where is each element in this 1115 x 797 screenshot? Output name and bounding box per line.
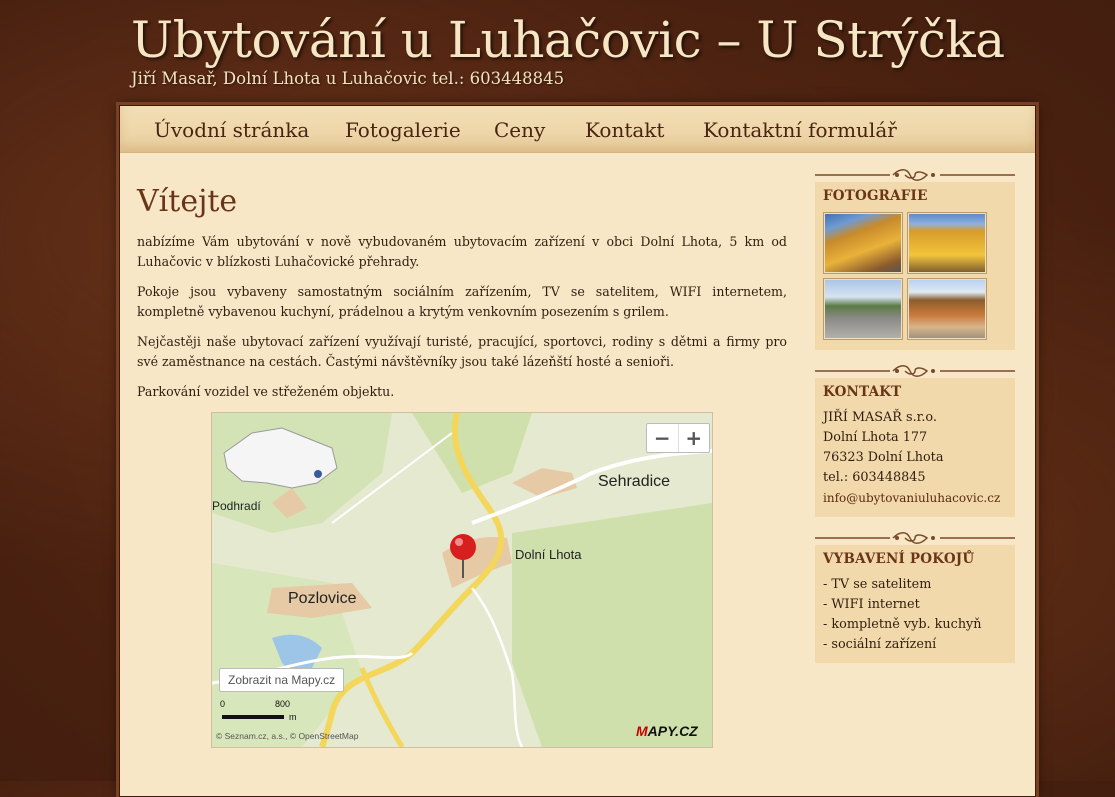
contact-city: 76323 Dolní Lhota [823, 450, 944, 465]
equipment-widget: VYBAVENÍ POKOJŮ - TV se satelitem - WIFI… [815, 545, 1015, 663]
mapy-cz-logo[interactable]: MAPY.CZ [636, 723, 698, 739]
nav-item-contact-form[interactable]: Kontaktní formulář [703, 118, 897, 142]
page-container: Úvodní stránka Fotogalerie Ceny Kontakt … [119, 105, 1036, 797]
photo-grid [823, 212, 1007, 342]
scale-unit: m [289, 712, 297, 722]
equipment-title: VYBAVENÍ POKOJŮ [823, 551, 975, 567]
rooms-paragraph: Pokoje jsou vybaveny samostatným sociáln… [137, 284, 787, 319]
photo-thumbnail[interactable] [907, 278, 987, 340]
photos-widget: FOTOGRAFIE [815, 182, 1015, 350]
contact-email-link[interactable]: info@ubytovaniuluhacovic.cz [823, 491, 1000, 505]
equipment-item: - TV se satelitem [823, 577, 932, 592]
nav-item-home[interactable]: Úvodní stránka [154, 118, 309, 142]
main-nav: Úvodní stránka Fotogalerie Ceny Kontakt … [120, 106, 1035, 153]
photo-thumbnail[interactable] [907, 212, 987, 274]
scale-end: 800 [275, 699, 291, 709]
zoom-in-button[interactable]: + [677, 424, 710, 452]
map-label-sehradice: Sehradice [598, 473, 671, 490]
map-label-podhradi: Podhradí [212, 499, 261, 513]
photo-thumbnail[interactable] [823, 212, 903, 274]
equipment-item: - sociální zařízení [823, 637, 937, 652]
main-content: Vítejte nabízíme Vám ubytování v nově vy… [137, 184, 787, 412]
zoom-control: − + [646, 423, 710, 453]
nav-item-prices[interactable]: Ceny [494, 118, 545, 142]
guests-paragraph: Nejčastěji naše ubytovací zařízení využí… [137, 334, 787, 369]
equipment-item: - kompletně vyb. kuchyň [823, 617, 982, 632]
contact-street: Dolní Lhota 177 [823, 430, 928, 445]
contact-phone: tel.: 603448845 [823, 470, 926, 485]
map-label-pozlovice: Pozlovice [288, 590, 357, 607]
location-map[interactable]: − + Sehradice Dolní Lhota Pozlovice Podh… [211, 412, 713, 748]
open-in-mapy-button[interactable]: Zobrazit na Mapy.cz [219, 668, 345, 692]
ornament-divider-icon [815, 532, 1015, 544]
map-attribution[interactable]: © Seznam.cz, a.s., © OpenStreetMap [216, 731, 358, 741]
contact-company: JIŘÍ MASAŘ s.r.o. [823, 410, 937, 425]
nav-item-contact[interactable]: Kontakt [585, 118, 664, 142]
site-subtitle: Jiří Masař, Dolní Lhota u Luhačovic tel.… [131, 69, 565, 88]
ornament-divider-icon [815, 365, 1015, 377]
site-header: Ubytování u Luhačovic – U Strýčka Jiří M… [131, 10, 1031, 88]
parking-paragraph: Parkování vozidel ve střeženém objektu. [137, 384, 395, 399]
scale-start: 0 [220, 699, 226, 709]
intro-paragraph: nabízíme Vám ubytování v nově vybudované… [137, 234, 787, 269]
nav-item-gallery[interactable]: Fotogalerie [345, 118, 461, 142]
sidebar: FOTOGRAFIE KONTAKT JIŘÍ MASAŘ s.r.o. Dol… [815, 168, 1015, 677]
photos-title: FOTOGRAFIE [823, 188, 928, 204]
equipment-item: - WIFI internet [823, 597, 920, 612]
map-canvas[interactable] [212, 413, 712, 747]
photo-thumbnail[interactable] [823, 278, 903, 340]
map-label-dolni-lhota: Dolní Lhota [515, 547, 582, 562]
page-title: Vítejte [137, 184, 238, 219]
contact-title: KONTAKT [823, 384, 902, 400]
ornament-divider-icon [815, 169, 1015, 181]
site-title[interactable]: Ubytování u Luhačovic – U Strýčka [131, 10, 1031, 70]
contact-widget: KONTAKT JIŘÍ MASAŘ s.r.o. Dolní Lhota 17… [815, 378, 1015, 517]
zoom-out-button[interactable]: − [647, 424, 678, 452]
